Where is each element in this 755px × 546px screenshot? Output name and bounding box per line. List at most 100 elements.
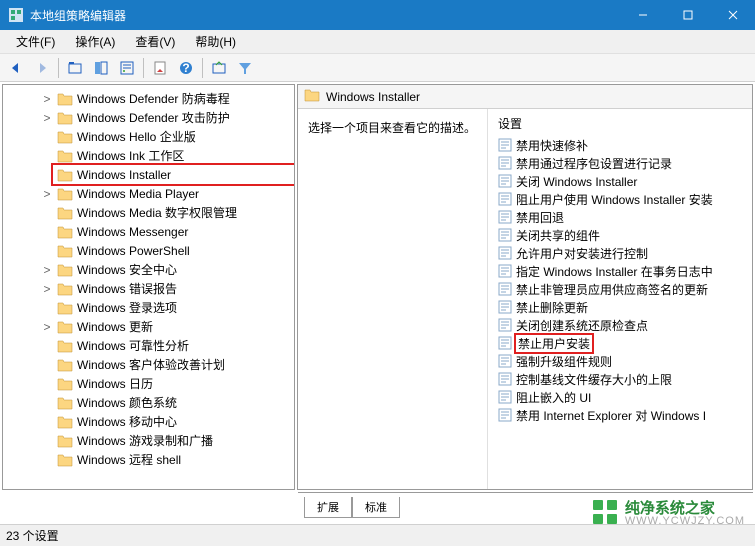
help-button[interactable]: ? [174,56,198,80]
tree-item-label: Windows 移动中心 [77,413,177,430]
tree-item[interactable]: Windows Ink 工作区 [53,146,294,165]
policy-icon [498,354,512,368]
policy-icon [498,318,512,332]
forward-button[interactable] [30,56,54,80]
setting-item[interactable]: 指定 Windows Installer 在事务日志中 [488,262,752,280]
tree-item[interactable]: Windows Hello 企业版 [53,127,294,146]
setting-label: 阻止用户使用 Windows Installer 安装 [516,191,713,208]
setting-item[interactable]: 允许用户对安装进行控制 [488,244,752,262]
policy-icon [498,408,512,422]
setting-item[interactable]: 禁用通过程序包设置进行记录 [488,154,752,172]
folder-icon [57,453,73,467]
tree-item[interactable]: Windows Installer [53,165,294,184]
titlebar: 本地组策略编辑器 [0,0,755,30]
tab-extended[interactable]: 扩展 [304,497,352,518]
setting-label: 强制升级组件规则 [516,353,612,370]
setting-item[interactable]: 禁止非管理员应用供应商签名的更新 [488,280,752,298]
right-header-title: Windows Installer [326,90,420,104]
tree-item-label: Windows 更新 [77,318,153,335]
tree-item[interactable]: Windows Media 数字权限管理 [53,203,294,222]
policy-icon [498,138,512,152]
close-button[interactable] [710,0,755,30]
setting-label: 关闭创建系统还原检查点 [516,317,648,334]
tree-item[interactable]: >Windows 错误报告 [53,279,294,298]
setting-label: 指定 Windows Installer 在事务日志中 [516,263,713,280]
up-button[interactable] [63,56,87,80]
refresh-button[interactable] [148,56,172,80]
tab-standard[interactable]: 标准 [352,497,400,518]
folder-icon [57,301,73,315]
setting-item[interactable]: 阻止嵌入的 UI [488,388,752,406]
tree-item[interactable]: Windows PowerShell [53,241,294,260]
tree-panel[interactable]: >Windows Defender 防病毒程>Windows Defender … [2,84,295,490]
show-hide-tree-button[interactable] [89,56,113,80]
folder-icon [57,149,73,163]
setting-label: 控制基线文件缓存大小的上限 [516,371,672,388]
export-button[interactable] [207,56,231,80]
menu-help[interactable]: 帮助(H) [185,30,246,53]
folder-icon [57,282,73,296]
setting-item[interactable]: 禁用回退 [488,208,752,226]
setting-item[interactable]: 关闭 Windows Installer [488,172,752,190]
tree-item[interactable]: Windows 登录选项 [53,298,294,317]
setting-item[interactable]: 强制升级组件规则 [488,352,752,370]
tree-item-label: Windows Installer [77,168,171,182]
window-controls [620,0,755,30]
policy-icon [498,336,512,350]
setting-item[interactable]: 控制基线文件缓存大小的上限 [488,370,752,388]
setting-label: 关闭 Windows Installer [516,173,637,190]
tree-item[interactable]: >Windows Defender 防病毒程 [53,89,294,108]
tree-item[interactable]: >Windows Media Player [53,184,294,203]
setting-item[interactable]: 禁止删除更新 [488,298,752,316]
menubar: 文件(F) 操作(A) 查看(V) 帮助(H) [0,30,755,54]
setting-item[interactable]: 禁止用户安装 [488,334,752,352]
tree-item[interactable]: Windows 移动中心 [53,412,294,431]
setting-label: 禁用回退 [516,209,564,226]
tree-item[interactable]: Windows 远程 shell [53,450,294,469]
menu-file[interactable]: 文件(F) [6,30,65,53]
menu-view[interactable]: 查看(V) [125,30,185,53]
tree-item[interactable]: Windows 颜色系统 [53,393,294,412]
tree-item[interactable]: >Windows Defender 攻击防护 [53,108,294,127]
watermark-url: WWW.YCWJZY.COM [625,516,745,527]
tree-item[interactable]: Windows Messenger [53,222,294,241]
expander-icon[interactable]: > [41,282,53,296]
right-panel: Windows Installer 选择一个项目来查看它的描述。 设置 禁用快速… [297,84,753,490]
description-text: 选择一个项目来查看它的描述。 [308,121,476,135]
expander-icon[interactable]: > [41,111,53,125]
tree-item-label: Windows Defender 攻击防护 [77,109,230,126]
policy-icon [498,300,512,314]
properties-button[interactable] [115,56,139,80]
setting-label: 禁止删除更新 [516,299,588,316]
setting-item[interactable]: 禁用 Internet Explorer 对 Windows I [488,406,752,424]
svg-text:?: ? [182,61,189,75]
expander-icon[interactable]: > [41,320,53,334]
tree-item[interactable]: Windows 游戏录制和广播 [53,431,294,450]
maximize-button[interactable] [665,0,710,30]
setting-item[interactable]: 阻止用户使用 Windows Installer 安装 [488,190,752,208]
setting-label: 禁用通过程序包设置进行记录 [516,155,672,172]
tree-item[interactable]: >Windows 更新 [53,317,294,336]
tree-item[interactable]: >Windows 安全中心 [53,260,294,279]
setting-item[interactable]: 禁用快速修补 [488,136,752,154]
setting-item[interactable]: 关闭共享的组件 [488,226,752,244]
tree-item[interactable]: Windows 可靠性分析 [53,336,294,355]
filter-button[interactable] [233,56,257,80]
settings-column[interactable]: 设置 禁用快速修补禁用通过程序包设置进行记录关闭 Windows Install… [488,109,752,489]
menu-action[interactable]: 操作(A) [65,30,125,53]
folder-icon [57,168,73,182]
window-title: 本地组策略编辑器 [30,7,620,24]
expander-icon[interactable]: > [41,187,53,201]
expander-icon[interactable]: > [41,263,53,277]
setting-label: 禁用 Internet Explorer 对 Windows I [516,407,706,424]
expander-icon[interactable]: > [41,92,53,106]
setting-item[interactable]: 关闭创建系统还原检查点 [488,316,752,334]
back-button[interactable] [4,56,28,80]
tree-item-label: Windows 安全中心 [77,261,177,278]
minimize-button[interactable] [620,0,665,30]
folder-icon [57,358,73,372]
tree-item[interactable]: Windows 客户体验改善计划 [53,355,294,374]
policy-icon [498,174,512,188]
tree-item[interactable]: Windows 日历 [53,374,294,393]
folder-icon [57,415,73,429]
